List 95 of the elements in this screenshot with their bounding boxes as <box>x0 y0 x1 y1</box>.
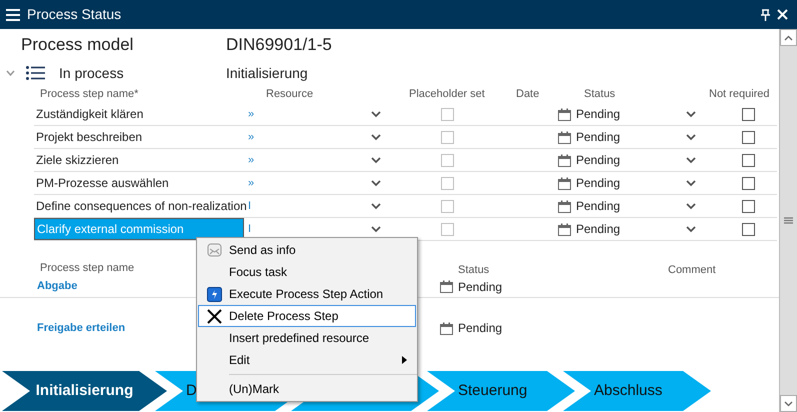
checkbox[interactable] <box>742 154 755 166</box>
checkbox[interactable] <box>441 176 454 190</box>
menu-item[interactable]: (Un)Mark <box>198 378 416 400</box>
menu-item-label: Execute Process Step Action <box>229 286 384 303</box>
stage-tab[interactable]: Steuerung <box>427 371 575 411</box>
checkbox[interactable] <box>742 200 755 212</box>
checkbox[interactable] <box>441 154 454 166</box>
status-value: Pending <box>576 221 622 238</box>
scroll-down-icon[interactable] <box>784 400 793 406</box>
resource-link[interactable]: » <box>248 174 371 192</box>
menu-item-label: Edit <box>229 352 251 369</box>
status-value: Pending <box>576 106 622 123</box>
submenu-arrow-icon <box>402 356 407 364</box>
checkbox[interactable] <box>441 130 454 144</box>
window-title: Process Status <box>27 5 122 24</box>
step-name-cell[interactable]: Define consequences of non-realization <box>34 195 244 217</box>
checkbox[interactable] <box>441 108 454 120</box>
calendar-icon <box>558 176 571 190</box>
menu-item-label: (Un)Mark <box>229 381 280 398</box>
list-icon <box>26 66 45 80</box>
resource-link[interactable]: » <box>248 128 371 146</box>
chevron-down-icon[interactable] <box>371 180 381 186</box>
scrollbar[interactable] <box>779 29 797 412</box>
chevron-down-icon[interactable] <box>371 202 381 210</box>
menu-item[interactable]: Focus task <box>198 261 416 283</box>
chevron-down-icon[interactable] <box>686 202 696 210</box>
column-header: Status <box>458 263 490 278</box>
status-value: Pending <box>576 198 622 215</box>
calendar-icon <box>440 280 453 293</box>
grip-icon[interactable] <box>784 217 793 224</box>
process-model-label: Process model <box>21 34 134 56</box>
calendar-icon <box>558 130 571 144</box>
envelope-icon <box>206 243 222 257</box>
menu-item-label: Send as info <box>229 242 297 259</box>
menu-item[interactable]: Delete Process Step <box>198 305 416 327</box>
chevron-down-icon[interactable] <box>686 134 696 140</box>
menu-item[interactable]: Send as info <box>198 239 416 261</box>
resource-link[interactable]: I <box>248 198 371 214</box>
calendar-icon <box>558 108 571 120</box>
resource-link[interactable]: » <box>248 106 371 122</box>
column-header: Status <box>584 87 616 102</box>
chevron-down-icon[interactable] <box>371 156 381 164</box>
calendar-icon <box>558 222 571 236</box>
column-header: Process step name* <box>40 87 140 102</box>
checkbox[interactable] <box>742 176 755 190</box>
chevron-down-icon[interactable] <box>686 226 696 232</box>
chevron-down-icon[interactable] <box>371 226 381 232</box>
checkbox[interactable] <box>742 130 755 144</box>
checkbox[interactable] <box>742 108 755 120</box>
stage-tab[interactable]: Abschluss <box>563 371 711 411</box>
calendar-icon <box>558 154 571 166</box>
column-header: Resource <box>266 87 314 102</box>
menu-item[interactable]: Execute Process Step Action <box>198 283 416 305</box>
resource-link[interactable]: » <box>248 152 371 168</box>
chevron-down-icon[interactable] <box>371 110 381 118</box>
checkbox[interactable] <box>441 200 454 212</box>
stage-tab[interactable]: Initialisierung <box>2 371 167 411</box>
step-name-cell[interactable]: Zuständigkeit klären <box>34 103 244 125</box>
scroll-up-icon[interactable] <box>784 34 793 40</box>
close-icon[interactable] <box>777 9 788 20</box>
chevron-icon[interactable] <box>6 70 15 76</box>
phase-label: In process <box>59 64 125 83</box>
pin-icon[interactable] <box>760 8 771 20</box>
phase-value: Initialisierung <box>226 64 308 83</box>
process-model-value: DIN69901/1-5 <box>226 34 332 56</box>
menu-item-label: Delete Process Step <box>229 308 340 325</box>
chevron-down-icon[interactable] <box>686 156 696 164</box>
menu-item-label: Insert predefined resource <box>229 330 370 347</box>
action-icon <box>206 286 222 302</box>
checkbox[interactable] <box>742 222 755 236</box>
calendar-icon <box>558 200 571 212</box>
status-value: Pending <box>576 175 622 192</box>
menu-item[interactable]: Edit <box>198 349 416 371</box>
status-value: Pending <box>458 278 502 296</box>
menu-item[interactable]: Insert predefined resource <box>198 327 416 349</box>
status-value: Pending <box>576 152 622 169</box>
status-value: Pending <box>576 129 622 146</box>
step-name-cell[interactable]: PM-Prozesse auswählen <box>34 172 244 194</box>
column-header: Date <box>516 87 540 102</box>
column-header: Placeholder set <box>409 87 486 102</box>
close-icon <box>206 308 222 324</box>
menu-icon[interactable] <box>6 8 20 20</box>
step-name-cell[interactable]: Projekt beschreiben <box>34 126 244 148</box>
step-name-cell[interactable]: Ziele skizzieren <box>34 149 244 171</box>
column-header: Not required <box>709 87 770 102</box>
chevron-down-icon[interactable] <box>371 134 381 140</box>
menu-item-label: Focus task <box>229 264 288 281</box>
chevron-down-icon[interactable] <box>686 180 696 186</box>
checkbox[interactable] <box>441 222 454 236</box>
status-value: Pending <box>458 320 502 337</box>
column-header: Comment <box>668 263 716 278</box>
chevron-down-icon[interactable] <box>686 110 696 118</box>
column-header: Process step name <box>40 260 134 276</box>
resource-link[interactable]: I <box>248 220 371 238</box>
calendar-icon <box>440 322 453 334</box>
